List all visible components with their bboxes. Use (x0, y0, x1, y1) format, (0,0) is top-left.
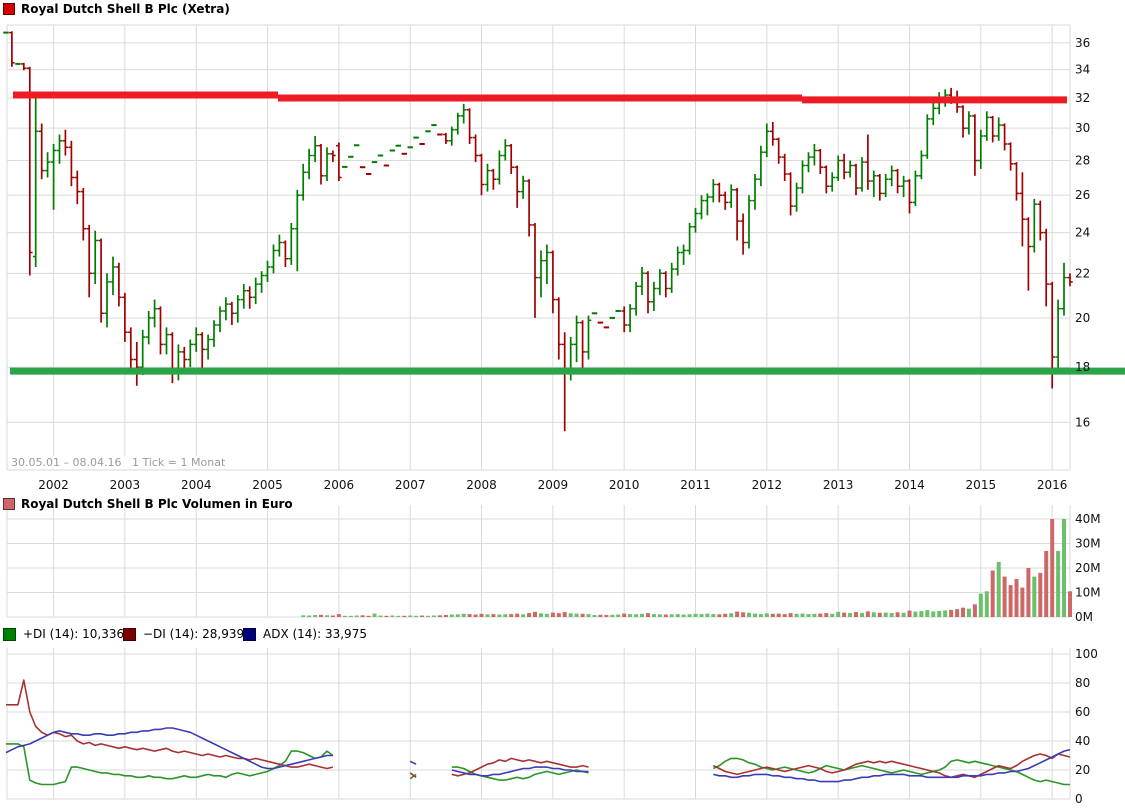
svg-text:2005: 2005 (252, 478, 283, 492)
adx-swatch-icon (243, 628, 256, 641)
svg-text:80: 80 (1075, 676, 1090, 690)
svg-text:32: 32 (1075, 91, 1090, 105)
price-panel-title: Royal Dutch Shell B Plc (Xetra) (21, 2, 230, 16)
svg-text:20: 20 (1075, 311, 1090, 325)
plus-di-swatch-icon (3, 628, 16, 641)
svg-text:2016: 2016 (1037, 478, 1068, 492)
svg-text:20: 20 (1075, 763, 1090, 777)
svg-text:60: 60 (1075, 705, 1090, 719)
svg-text:2007: 2007 (395, 478, 426, 492)
svg-text:2012: 2012 (752, 478, 783, 492)
adx-label: ADX (14): 33,975 (263, 627, 367, 641)
chart-canvas: 2002 2003 2004 2005 2006 2007 2008 2009 2010 2011… (0, 0, 1125, 812)
svg-text:2009: 2009 (538, 478, 569, 492)
svg-text:34: 34 (1075, 63, 1090, 77)
svg-text:2015: 2015 (966, 478, 997, 492)
minus-di-swatch-icon (123, 628, 136, 641)
svg-text:0: 0 (1075, 792, 1083, 806)
svg-text:40: 40 (1075, 734, 1090, 748)
svg-text:10M: 10M (1075, 586, 1101, 600)
svg-text:22: 22 (1075, 266, 1090, 280)
minus-di-label: −DI (14): 28,939 (143, 627, 244, 641)
svg-text:2004: 2004 (181, 478, 212, 492)
svg-text:2006: 2006 (324, 478, 355, 492)
svg-text:18: 18 (1075, 360, 1090, 374)
svg-text:24: 24 (1075, 226, 1090, 240)
svg-text:36: 36 (1075, 36, 1090, 50)
volume-series-icon (3, 498, 15, 510)
legend-item-plus-di: +DI (14): 10,336 (3, 627, 124, 641)
chart-application: 2002 2003 2004 2005 2006 2007 2008 2009 2010 2011… (0, 0, 1125, 812)
plus-di-label: +DI (14): 10,336 (23, 627, 124, 641)
dmi-plot-area[interactable] (7, 648, 1070, 799)
svg-text:2003: 2003 (110, 478, 141, 492)
svg-text:40M: 40M (1075, 512, 1101, 526)
date-range-info: 30.05.01 – 08.04.16 1 Tick = 1 Monat (8, 456, 228, 469)
legend-item-minus-di: −DI (14): 28,939 (123, 627, 244, 641)
svg-text:2014: 2014 (894, 478, 925, 492)
svg-text:28: 28 (1075, 153, 1090, 167)
svg-text:2008: 2008 (466, 478, 497, 492)
svg-text:2011: 2011 (680, 478, 711, 492)
svg-text:30: 30 (1075, 121, 1090, 135)
svg-text:2010: 2010 (609, 478, 640, 492)
volume-panel-title: Royal Dutch Shell B Plc Volumen in Euro (21, 497, 293, 511)
svg-text:0M: 0M (1075, 610, 1093, 624)
svg-text:2002: 2002 (38, 478, 69, 492)
legend-item-adx: ADX (14): 33,975 (243, 627, 367, 641)
volume-panel-header: Royal Dutch Shell B Plc Volumen in Euro (3, 497, 293, 511)
svg-text:26: 26 (1075, 188, 1090, 202)
svg-text:100: 100 (1075, 647, 1098, 661)
svg-text:30M: 30M (1075, 537, 1101, 551)
price-plot-area[interactable] (7, 25, 1070, 470)
price-series-icon (3, 3, 15, 15)
svg-text:16: 16 (1075, 415, 1090, 429)
svg-text:2013: 2013 (823, 478, 854, 492)
volume-plot-area[interactable] (7, 505, 1070, 617)
svg-text:20M: 20M (1075, 561, 1101, 575)
price-panel-header: Royal Dutch Shell B Plc (Xetra) (3, 2, 230, 16)
